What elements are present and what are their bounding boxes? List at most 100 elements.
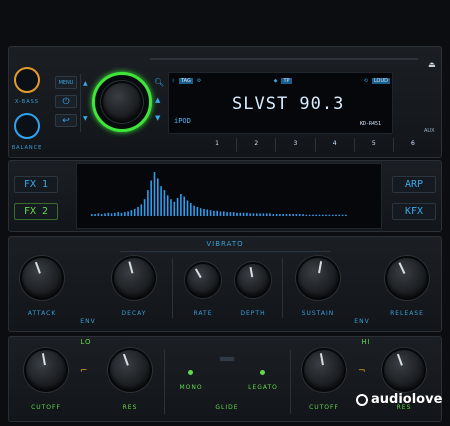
spectrum-bar — [318, 214, 321, 216]
search-icon[interactable]: 🔍︎ — [154, 78, 164, 87]
spectrum-bar — [345, 214, 347, 216]
watermark: audiolove — [356, 392, 442, 407]
kfx-button[interactable]: KFX — [392, 203, 436, 220]
spectrum-bar — [338, 214, 341, 216]
center-divider-right — [290, 350, 291, 414]
lo-res-knob[interactable] — [108, 348, 152, 392]
spectrum-bar — [315, 214, 317, 216]
fx2-button[interactable]: FX 2 — [14, 203, 58, 220]
spectrum-bar — [331, 214, 334, 216]
sustain-knob[interactable] — [296, 256, 340, 300]
volume-knob[interactable] — [101, 81, 143, 123]
spectrum-bar — [153, 172, 156, 216]
glide-switch[interactable] — [219, 356, 235, 362]
preset-key-2[interactable]: 2 — [237, 138, 277, 152]
hi-cutoff-label: CUTOFF — [309, 404, 339, 411]
spectrum-bar — [262, 213, 265, 216]
spectrum-bar — [114, 212, 116, 216]
balance-knob[interactable] — [14, 113, 40, 139]
glide-label: GLIDE — [215, 404, 239, 411]
spectrum-bar — [196, 206, 199, 216]
attack-knob[interactable] — [20, 256, 64, 300]
back-arrow-icon: ↩ — [62, 115, 70, 126]
vibrato-divider-left — [172, 258, 173, 318]
bluetooth-icon: ᛒ — [172, 77, 176, 84]
preset-key-5[interactable]: 5 — [355, 138, 394, 152]
lo-label: LO — [80, 338, 92, 346]
spectrum-bar — [176, 197, 179, 216]
spectrum-bar — [322, 214, 324, 216]
arp-button[interactable]: ARP — [392, 176, 436, 193]
x-bass-knob[interactable] — [14, 67, 40, 93]
spectrum-bar — [312, 214, 314, 216]
spectrum-bar — [298, 214, 301, 216]
spectrum-bar — [328, 214, 331, 216]
menu-label: MENU — [58, 79, 74, 86]
vibrato-divider-right — [282, 258, 283, 318]
repeat-icon: ⟲ — [363, 77, 368, 84]
power-button[interactable]: ⏻ — [55, 95, 77, 108]
env-label-right: ENV — [354, 318, 370, 325]
spectrum-bar — [104, 213, 106, 216]
center-divider-left — [164, 350, 165, 414]
tag-badge: TAG — [179, 77, 193, 84]
spectrum-bar — [289, 214, 291, 216]
model-label: KD-R451 — [360, 121, 382, 127]
x-bass-label: X-BASS — [14, 99, 39, 105]
legato-led[interactable] — [260, 370, 265, 375]
spectrum-bar — [110, 213, 113, 216]
settings-icon: ⚙ — [196, 77, 202, 84]
spectrum-bar — [190, 203, 192, 216]
spectrum-bar — [242, 212, 245, 216]
release-label: RELEASE — [390, 310, 424, 317]
up-arrow-icon[interactable]: ▲ — [155, 96, 160, 104]
depth-knob[interactable] — [235, 262, 271, 298]
af-icon: ◆ — [273, 77, 278, 84]
balance-label: BALANCE — [11, 145, 43, 151]
preset-key-6[interactable]: 6 — [394, 138, 432, 152]
fx1-button[interactable]: FX 1 — [14, 176, 58, 193]
spectrum-bar — [143, 199, 146, 216]
spectrum-bar — [226, 212, 228, 216]
spectrum-bar — [302, 214, 304, 216]
spectrum-bar — [269, 213, 271, 216]
spectrum-bar — [124, 212, 126, 216]
spectrum-bar — [259, 213, 261, 216]
decay-knob[interactable] — [112, 256, 156, 300]
station-text: SLVST 90.3 — [232, 94, 345, 114]
attack-label: ATTACK — [27, 310, 57, 317]
spectrum-bar — [282, 214, 284, 216]
spectrum-bar — [117, 212, 119, 216]
spectrum-bar — [94, 214, 96, 216]
down-small-icon[interactable]: ▼ — [83, 115, 88, 122]
spectrum-bar — [203, 208, 205, 216]
rate-knob[interactable] — [185, 262, 221, 298]
preset-key-1[interactable]: 1 — [198, 138, 238, 152]
spectrum-bar — [157, 178, 159, 216]
down-arrow-icon[interactable]: ▼ — [155, 114, 160, 122]
spectrum-bar — [206, 209, 209, 216]
back-button[interactable]: ↩ — [55, 114, 77, 127]
mono-led[interactable] — [188, 370, 193, 375]
preset-key-3[interactable]: 3 — [276, 138, 316, 152]
spectrum-bar — [107, 212, 110, 216]
lcd-icon-row: ᛒ TAG ⚙ ◆ TP ⟲ LOUD — [172, 76, 391, 85]
spectrum-bar — [180, 194, 182, 216]
sustain-label: SUSTAIN — [301, 310, 335, 317]
hi-res-knob[interactable] — [382, 348, 426, 392]
hi-cutoff-knob[interactable] — [302, 348, 346, 392]
decay-label: DECAY — [121, 310, 147, 317]
vibrato-underline — [120, 251, 330, 252]
preset-key-4[interactable]: 4 — [316, 138, 355, 152]
power-icon: ⏻ — [62, 96, 70, 107]
lo-cutoff-knob[interactable] — [24, 348, 68, 392]
release-knob[interactable] — [385, 256, 429, 300]
depth-label: DEPTH — [240, 310, 266, 317]
up-small-icon[interactable]: ▲ — [83, 80, 88, 87]
hi-label: HI — [361, 338, 371, 346]
watermark-logo-icon — [356, 393, 368, 406]
preset-row: 1 2 3 4 5 6 — [198, 138, 432, 152]
legato-label: LEGATO — [248, 384, 278, 391]
eject-icon[interactable]: ⏏ — [428, 60, 436, 69]
menu-button[interactable]: MENU — [55, 76, 77, 89]
